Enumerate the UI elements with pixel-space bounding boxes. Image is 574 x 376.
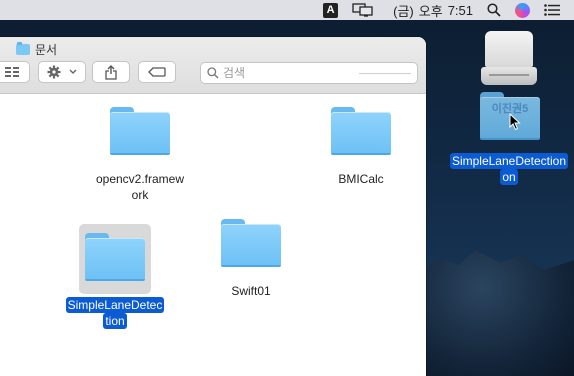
view-options-button[interactable] — [0, 61, 30, 83]
folder-icon — [85, 233, 145, 281]
siri-button[interactable] — [515, 0, 530, 20]
tag-icon — [148, 67, 166, 77]
menu-bar: A (금) 오후 7:51 — [0, 0, 574, 20]
file-label: opencv2.framew ork — [95, 172, 185, 202]
window-title-text: 문서 — [35, 42, 58, 57]
desktop-drag-label: SimpleLaneDetection on — [449, 153, 569, 185]
finder-window: 문서 검색 opencv2.framew ork BMICalc SimpleL… — [0, 37, 426, 376]
mouse-pointer-icon — [509, 113, 521, 131]
external-drive-icon[interactable] — [481, 31, 537, 89]
search-field-divider — [359, 73, 411, 74]
search-input[interactable] — [219, 66, 373, 80]
search-field[interactable] — [200, 62, 418, 84]
airplay-display-icon — [352, 3, 373, 17]
input-source-icon: A — [323, 2, 339, 18]
clock-ampm: 오후 — [418, 3, 443, 19]
folder-icon — [110, 107, 170, 155]
edit-tags-button[interactable] — [138, 61, 176, 83]
window-title: 문서 — [16, 41, 57, 57]
clock-time: 7:51 — [447, 2, 473, 18]
action-menu-button[interactable] — [38, 61, 86, 83]
share-button[interactable] — [92, 61, 130, 83]
file-label-selected: SimpleLaneDetec tion — [65, 297, 165, 329]
share-icon — [105, 64, 117, 80]
chevron-down-icon — [69, 69, 76, 74]
folder-icon — [221, 219, 281, 267]
clock-day: (금) — [393, 3, 414, 19]
folder-icon — [331, 107, 391, 155]
finder-toolbar: 문서 — [0, 37, 426, 94]
spotlight-button[interactable] — [487, 0, 501, 20]
input-source-menu[interactable]: A — [323, 0, 339, 20]
wallpaper-rock — [420, 250, 574, 376]
siri-icon — [515, 2, 530, 18]
gear-icon — [47, 65, 60, 79]
menu-clock[interactable]: (금) 오후 7:51 — [388, 0, 473, 20]
magnifier-icon — [207, 67, 219, 79]
file-label: BMICalc — [338, 172, 384, 186]
search-icon — [487, 3, 501, 17]
file-label: Swift01 — [231, 284, 271, 298]
grid-view-icon — [5, 67, 19, 77]
folder-icon — [16, 41, 30, 55]
display-menu[interactable] — [352, 0, 374, 20]
notification-center-button[interactable] — [544, 0, 560, 20]
list-icon — [544, 4, 560, 16]
